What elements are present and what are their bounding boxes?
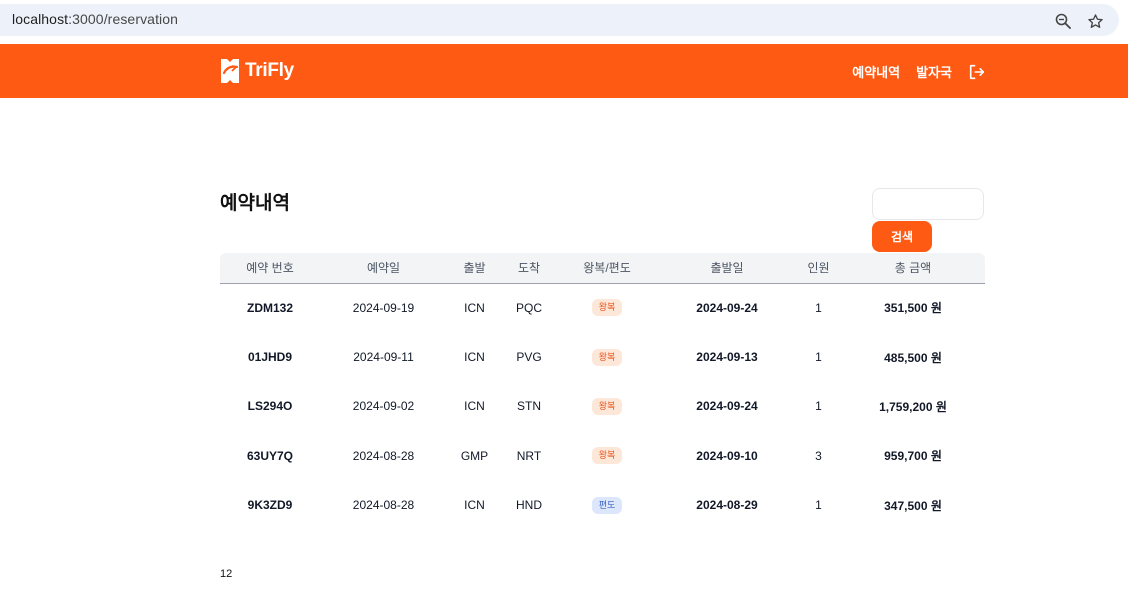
booking-date: 2024-09-02 (352, 399, 415, 414)
trifly-logo-icon (221, 59, 239, 83)
departure-date: 2024-08-29 (696, 498, 758, 513)
trip-type-badge: 왕복 (591, 397, 623, 415)
table-header-row: 예약 번호 예약일 출발 도착 왕복/편도 출발일 인원 총 금액 (220, 253, 985, 284)
table-row[interactable]: 01JHD9 2024-09-11 ICN PVG 왕복 2024-09-13 … (220, 332, 985, 381)
passenger-count: 1 (815, 498, 822, 513)
reservation-id: LS294O (247, 399, 293, 414)
trip-type-cell: 왕복 (556, 283, 658, 332)
origin-airport: ICN (464, 498, 485, 513)
trip-type-cell: 왕복 (556, 382, 658, 431)
destination-airport: STN (517, 399, 541, 414)
passenger-count: 1 (815, 300, 822, 315)
trip-type-badge: 왕복 (591, 348, 623, 366)
departure-date: 2024-09-10 (696, 448, 758, 463)
trip-type-cell: 편도 (556, 481, 658, 530)
column-header: 예약 번호 (220, 253, 320, 284)
passenger-count: 1 (815, 399, 822, 414)
departure-date: 2024-09-13 (696, 350, 758, 365)
trip-type-badge: 편도 (591, 496, 623, 514)
search-button[interactable]: 검색 (872, 221, 932, 252)
zoom-icon[interactable] (1055, 13, 1071, 29)
booking-date: 2024-08-28 (352, 498, 415, 513)
reservations-table: 예약 번호 예약일 출발 도착 왕복/편도 출발일 인원 총 금액 ZDM132… (220, 253, 985, 530)
passenger-count: 1 (815, 350, 822, 365)
trip-type-badge: 왕복 (591, 447, 623, 465)
search-input[interactable] (872, 188, 984, 220)
column-header: 예약일 (320, 253, 447, 284)
reservation-id: 63UY7Q (246, 448, 294, 463)
table-row[interactable]: ZDM132 2024-09-19 ICN PQC 왕복 2024-09-24 … (220, 283, 985, 332)
pagination[interactable]: 12 (220, 568, 232, 580)
trip-type-cell: 왕복 (556, 431, 658, 480)
booking-date: 2024-09-19 (352, 300, 415, 315)
total-amount: 485,500 원 (884, 350, 942, 365)
bookmark-star-icon[interactable] (1087, 13, 1104, 30)
column-header: 총 금액 (841, 253, 985, 284)
total-amount: 959,700 원 (884, 449, 942, 464)
nav-reservations[interactable]: 예약내역 (852, 62, 900, 81)
departure-date: 2024-09-24 (696, 300, 758, 315)
brand-name: TriFly (245, 60, 294, 81)
url-path: :3000/reservation (68, 11, 179, 27)
column-header: 왕복/편도 (556, 253, 658, 284)
address-bar[interactable]: localhost:3000/reservation (0, 4, 1119, 36)
trip-type-cell: 왕복 (556, 332, 658, 381)
total-amount: 351,500 원 (884, 301, 942, 316)
app-header: TriFly 예약내역 발자국 (0, 44, 1128, 98)
table-row[interactable]: LS294O 2024-09-02 ICN STN 왕복 2024-09-24 … (220, 382, 985, 431)
booking-date: 2024-09-11 (353, 350, 414, 365)
destination-airport: HND (516, 498, 542, 513)
table-row[interactable]: 9K3ZD9 2024-08-28 ICN HND 편도 2024-08-29 … (220, 481, 985, 530)
logout-icon[interactable] (968, 63, 986, 81)
origin-airport: GMP (460, 448, 489, 463)
column-header: 도착 (502, 253, 556, 284)
total-amount: 347,500 원 (884, 498, 942, 513)
destination-airport: PQC (515, 300, 542, 315)
brand-logo[interactable]: TriFly (220, 58, 294, 84)
column-header: 출발일 (658, 253, 796, 284)
reservation-id: 9K3ZD9 (247, 498, 293, 513)
page-title: 예약내역 (220, 193, 290, 214)
departure-date: 2024-09-24 (696, 399, 758, 414)
browser-toolbar: localhost:3000/reservation (0, 0, 1128, 44)
column-header: 출발 (447, 253, 502, 284)
url-host: localhost (12, 11, 69, 27)
table-row[interactable]: 63UY7Q 2024-08-28 GMP NRT 왕복 2024-09-10 … (220, 431, 985, 480)
nav-issuer[interactable]: 발자국 (916, 62, 952, 81)
reservation-id: ZDM132 (246, 300, 293, 315)
reservation-id: 01JHD9 (247, 350, 293, 365)
booking-date: 2024-08-28 (352, 448, 415, 463)
origin-airport: ICN (464, 300, 485, 315)
header-nav: 예약내역 발자국 (852, 62, 986, 81)
trip-type-badge: 왕복 (591, 299, 623, 317)
column-header: 인원 (796, 253, 841, 284)
destination-airport: PVG (516, 350, 542, 365)
address-url[interactable]: localhost:3000/reservation (12, 11, 178, 27)
passenger-count: 3 (815, 448, 822, 463)
origin-airport: ICN (464, 399, 485, 414)
origin-airport: ICN (464, 350, 485, 365)
total-amount: 1,759,200 원 (879, 399, 947, 414)
destination-airport: NRT (516, 448, 542, 463)
